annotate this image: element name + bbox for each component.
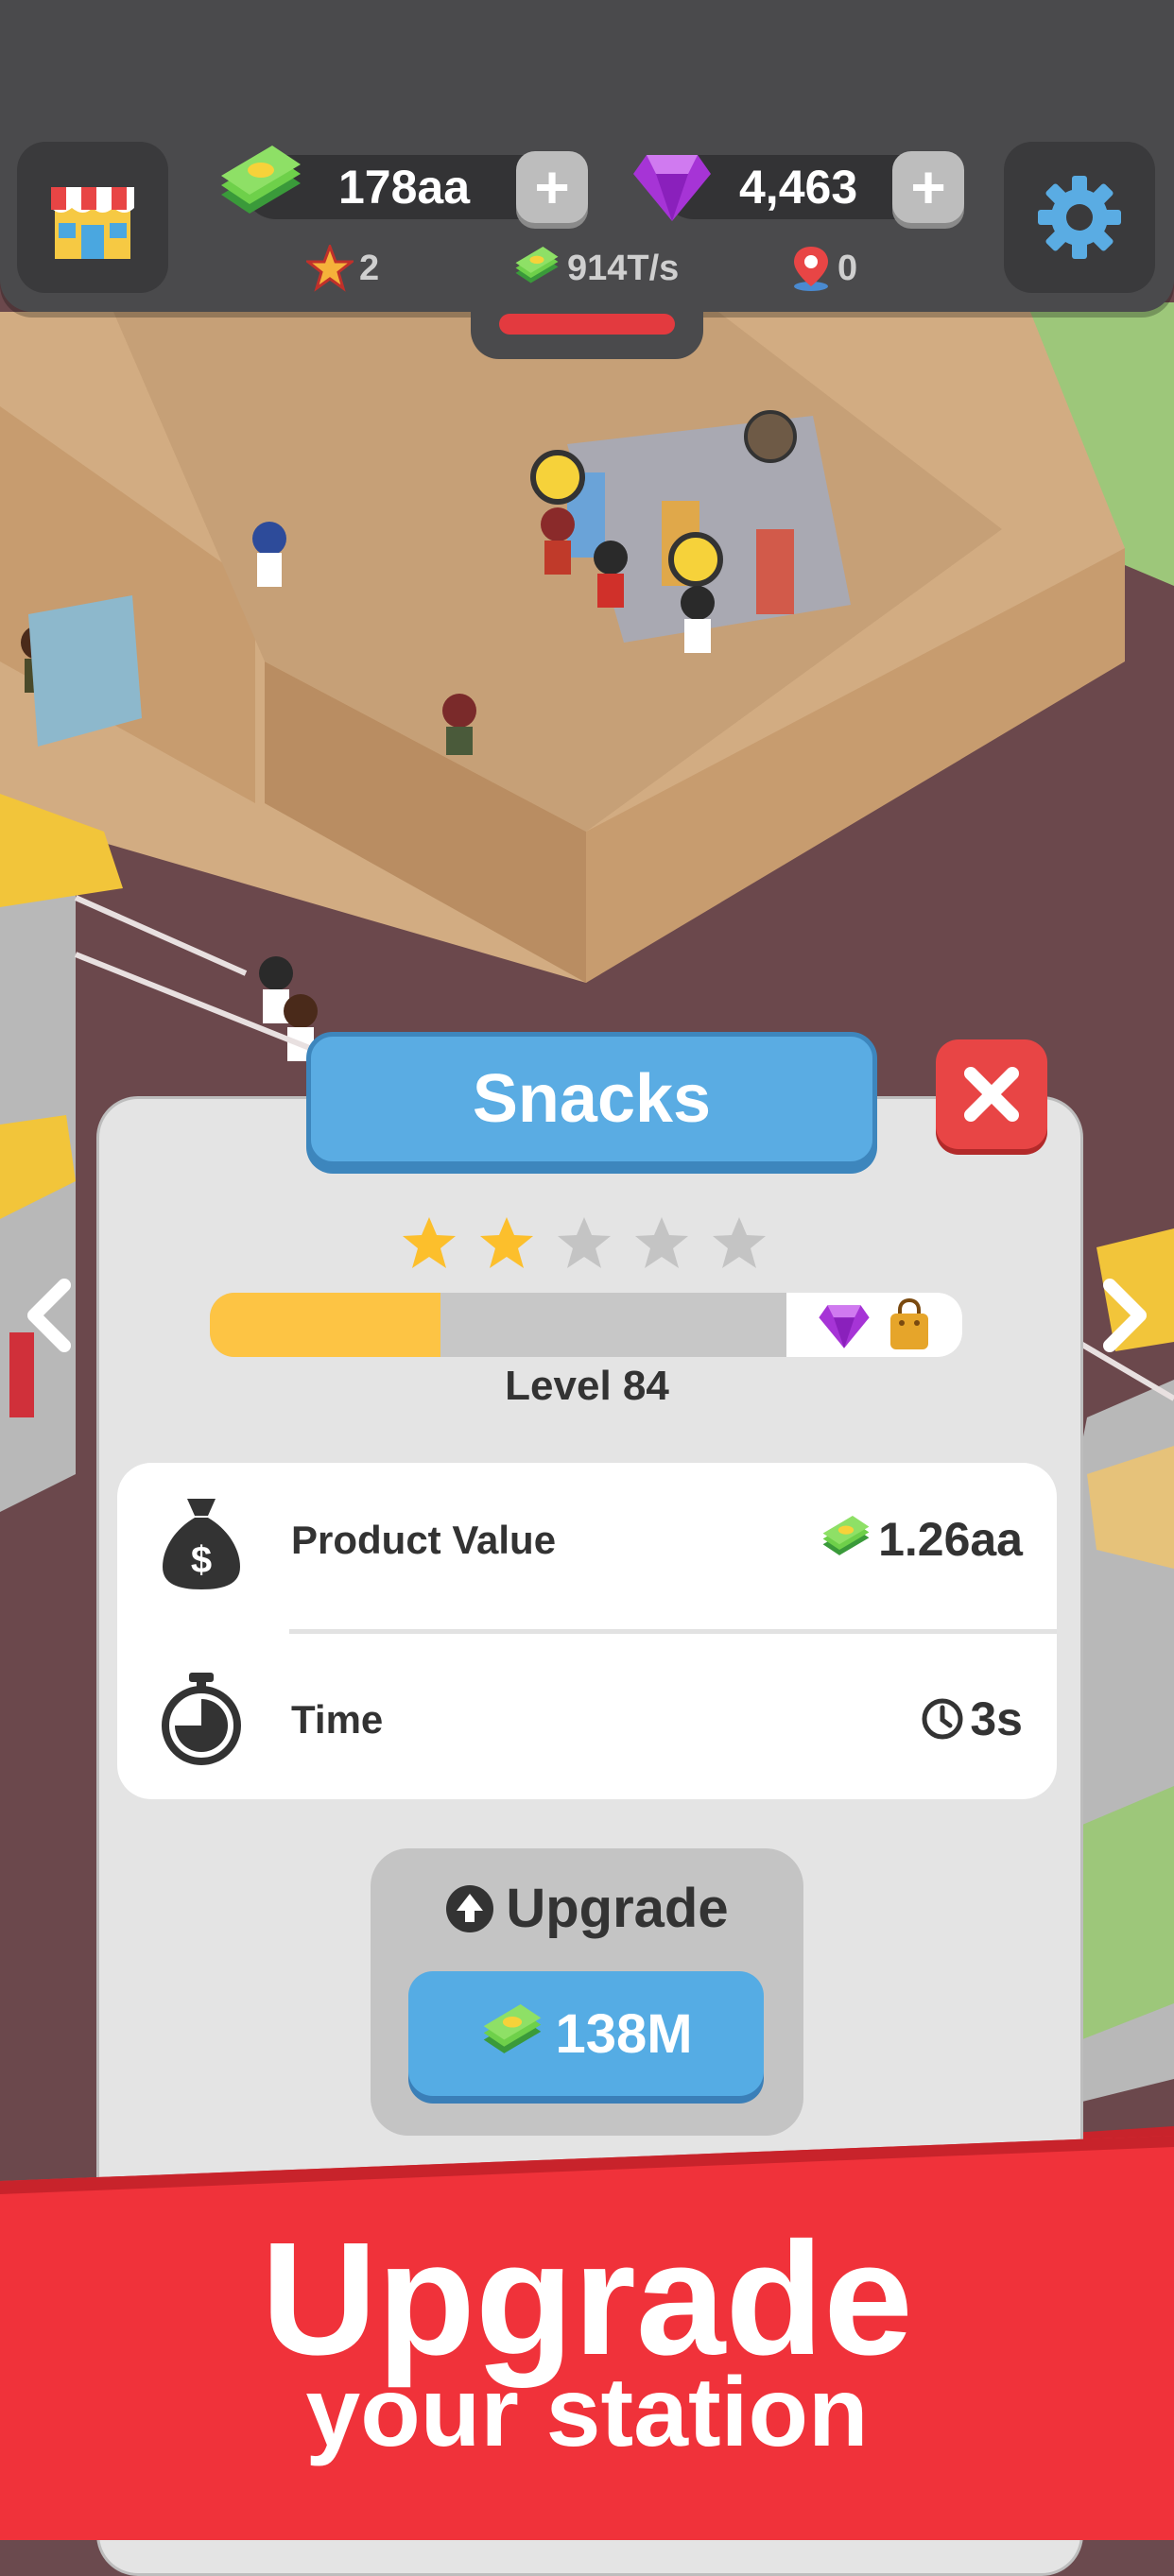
gear-icon <box>1038 176 1121 259</box>
level-label: Level 84 <box>505 1363 669 1409</box>
upgrade-arrow-icon <box>446 1884 494 1932</box>
clock-icon <box>922 1698 963 1740</box>
star-count: 2 <box>306 242 379 295</box>
upgrade-cost: 138M <box>555 2002 693 2065</box>
star-empty-icon <box>558 1217 611 1268</box>
gem-icon <box>819 1305 870 1348</box>
close-icon <box>964 1067 1019 1122</box>
station-rating <box>401 1215 768 1270</box>
stopwatch-icon <box>162 1673 241 1765</box>
add-gems-button[interactable]: + <box>892 151 964 223</box>
next-station-button[interactable] <box>1087 1278 1163 1353</box>
add-gems-label: + <box>910 153 946 221</box>
gem-amount: 4,463 <box>739 161 858 214</box>
time-label: Time <box>291 1697 384 1742</box>
cash-amount: 178aa <box>338 161 471 214</box>
hud-pull-tab[interactable] <box>471 293 703 359</box>
star-count-value: 2 <box>359 248 380 288</box>
shop-icon <box>51 187 134 259</box>
previous-station-button[interactable] <box>11 1278 87 1353</box>
upgrade-heading: Upgrade <box>371 1877 803 1940</box>
close-button[interactable] <box>936 1039 1047 1149</box>
pull-tab-bar <box>499 314 675 335</box>
level-reward <box>786 1293 962 1357</box>
cash-icon <box>484 2004 542 2053</box>
star-empty-icon <box>635 1217 688 1268</box>
add-cash-button[interactable]: + <box>516 151 588 223</box>
level-progress-fill <box>210 1293 440 1357</box>
location-count: 0 <box>790 242 857 295</box>
add-cash-label: + <box>534 153 570 221</box>
stats-divider <box>289 1629 1057 1634</box>
gem-icon <box>633 155 711 221</box>
product-value: 1.26aa <box>820 1512 1023 1567</box>
star-badge-icon <box>306 245 354 292</box>
cash-icon <box>515 247 559 283</box>
income-rate-value: 914T/s <box>567 248 680 288</box>
star-filled-icon <box>403 1217 456 1268</box>
chevron-left-icon <box>27 1279 71 1352</box>
star-empty-icon <box>713 1217 766 1268</box>
shopping-bag-icon <box>890 1298 928 1349</box>
income-rate: 914T/s <box>512 242 679 295</box>
level-progress-bar <box>210 1293 962 1357</box>
time-value: 3s <box>921 1692 1023 1746</box>
station-title: Snacks <box>306 1032 877 1166</box>
settings-button[interactable] <box>1004 142 1155 293</box>
star-filled-icon <box>480 1217 533 1268</box>
top-hud: 178aa + 4,463 + 2 914T/s 0 <box>0 0 1174 312</box>
money-bag-icon: $ <box>163 1499 240 1589</box>
chevron-right-icon <box>1103 1279 1147 1352</box>
cash-icon <box>221 146 301 214</box>
product-value-amount: 1.26aa <box>878 1513 1023 1566</box>
upgrade-label: Upgrade <box>506 1878 729 1939</box>
banner-headline: Upgrade <box>261 2209 913 2389</box>
svg-text:$: $ <box>191 1539 212 1581</box>
banner-subheadline: your station <box>305 2358 869 2467</box>
location-count-value: 0 <box>837 248 858 288</box>
cash-icon <box>822 1516 870 1555</box>
product-value-label: Product Value <box>291 1518 557 1562</box>
map-pin-icon <box>794 247 828 291</box>
shop-button[interactable] <box>17 142 168 293</box>
upgrade-button[interactable]: 138M <box>408 1971 764 2096</box>
time-value-amount: 3s <box>970 1692 1023 1745</box>
